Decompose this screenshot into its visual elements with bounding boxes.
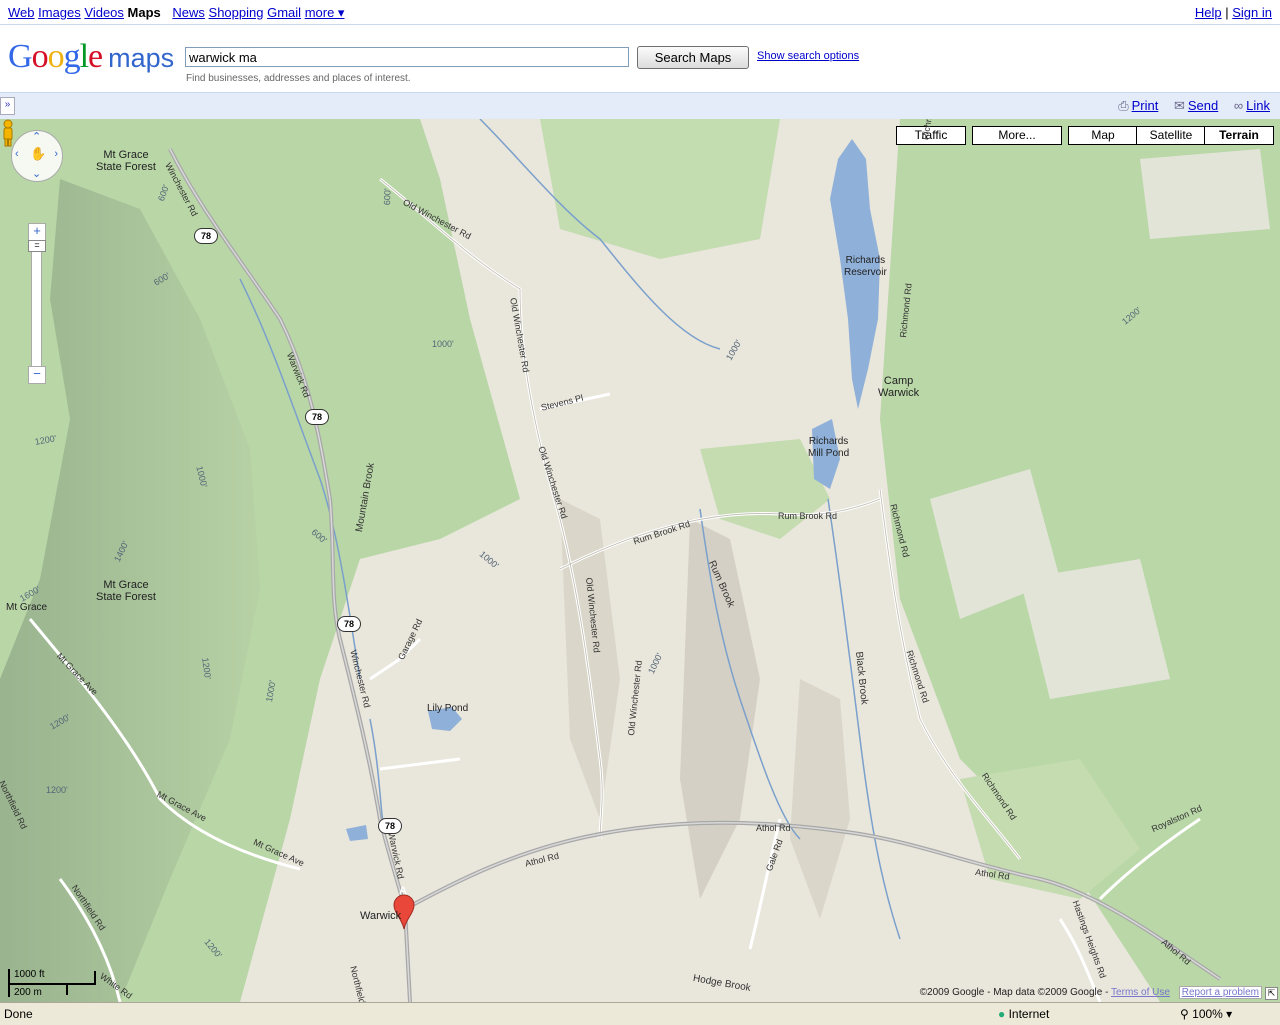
nav-more-link[interactable]: more ▾ — [305, 5, 345, 20]
toolbar-actions: ⎙ Print ✉ Send ∞ Link — [1106, 98, 1270, 114]
zoom-out-button[interactable]: − — [28, 366, 46, 384]
terrain-view-button[interactable]: Terrain — [1204, 126, 1274, 145]
account-links: Help | Sign in — [1195, 5, 1272, 20]
contour-label-1000: 1000' — [432, 339, 454, 349]
label-mt-grace: Mt Grace — [6, 602, 48, 613]
label-mt-grace-state-forest-north: Mt Grace State Forest — [96, 149, 156, 173]
envelope-icon: ✉ — [1173, 98, 1185, 113]
nav-gmail-link[interactable]: Gmail — [267, 5, 301, 20]
label-richards-mill-pond: Richards Mill Pond — [808, 436, 849, 460]
clearing-ne — [1140, 149, 1270, 239]
satellite-view-button[interactable]: Satellite — [1136, 126, 1206, 145]
label-text: Richards Mill Pond — [808, 436, 850, 459]
label-warwick: Warwick — [360, 910, 402, 922]
pan-up-icon[interactable]: ⌃ — [32, 130, 41, 143]
road-label-rum-brook-rd-east: Rum Brook Rd — [778, 511, 838, 521]
nav-maps-current: Maps — [127, 5, 161, 20]
logo-letter: o — [47, 38, 65, 75]
route-78-shield: 78 — [305, 409, 329, 425]
logo-letter: g — [63, 38, 81, 75]
pan-control[interactable]: ⌃ ‹ › ⌄ ✋ — [11, 130, 63, 182]
search-maps-button[interactable]: Search Maps — [637, 46, 749, 69]
label-text: Mt Grace State Forest — [96, 579, 156, 603]
nav-shopping-link[interactable]: Shopping — [209, 5, 264, 20]
google-maps-logo[interactable]: Google maps — [8, 38, 183, 78]
logo-letter: o — [31, 38, 49, 75]
globe-icon: ● — [998, 1007, 1006, 1021]
road-label-athol-rd-mid: Athol Rd — [756, 823, 791, 833]
scale-tick — [8, 969, 10, 997]
zone-text: Internet — [1008, 1007, 1050, 1021]
contour-label-1200: 1200' — [46, 785, 68, 795]
label-lily-pond: Lily Pond — [427, 703, 469, 714]
collapse-panel-toggle[interactable]: » — [0, 97, 15, 115]
pan-down-icon[interactable]: ⌄ — [32, 167, 41, 180]
scale-bar — [8, 983, 96, 985]
label-richards-reservoir: Richards Reservoir — [844, 255, 887, 279]
contour-label-600: 600' — [382, 188, 393, 206]
route-78-shield: 78 — [378, 818, 402, 834]
route-78-shield: 78 — [194, 228, 218, 244]
printer-icon: ⎙ — [1118, 98, 1129, 113]
map-copyright: ©2009 Google - Map data ©2009 Google - T… — [919, 986, 1262, 999]
zoom-text: 100% — [1192, 1007, 1223, 1021]
label-text: Camp Warwick — [878, 375, 920, 399]
label-text: Mt Grace State Forest — [96, 149, 156, 173]
marker-label: A — [399, 885, 407, 897]
zoom-level[interactable]: ⚲ 100% ▾ — [1180, 1007, 1232, 1021]
route-78-shield: 78 — [337, 616, 361, 632]
maps-logo-text: maps — [108, 43, 175, 73]
label-mt-grace-state-forest-south: Mt Grace State Forest — [96, 579, 156, 603]
link-link[interactable]: Link — [1246, 98, 1270, 113]
status-text: Done — [4, 1007, 33, 1021]
logo-letter: G — [8, 38, 33, 75]
google-logo-text: Google — [8, 38, 103, 75]
scale-tick — [94, 971, 96, 983]
overview-map-toggle-icon[interactable]: ⇱ — [1265, 987, 1278, 1000]
zoom-in-button[interactable]: + — [28, 223, 46, 241]
logo-letter: e — [88, 38, 103, 75]
more-layers-button[interactable]: More... — [972, 126, 1062, 145]
map-toolbar: » ⎙ Print ✉ Send ∞ Link — [0, 92, 1280, 119]
scale-meters: 200 m — [14, 987, 42, 998]
terms-of-use-link[interactable]: Terms of Use — [1111, 987, 1170, 998]
report-problem-link[interactable]: Report a problem — [1178, 986, 1262, 999]
product-links: Web Images Videos Maps News Shopping Gma… — [8, 5, 344, 21]
show-search-options-link[interactable]: Show search options — [757, 50, 859, 62]
copyright-text: ©2009 Google - Map data ©2009 Google - — [919, 987, 1109, 998]
scale-tick — [66, 983, 68, 995]
magnifier-icon: ⚲ — [1180, 1007, 1189, 1021]
label-camp-warwick: Camp Warwick — [878, 375, 919, 399]
zoom-slider-handle[interactable]: = — [28, 240, 46, 252]
security-zone: ● Internet — [998, 1007, 1049, 1021]
nav-web-link[interactable]: Web — [8, 5, 35, 20]
zoom-slider-track[interactable] — [31, 240, 42, 367]
scale-feet: 1000 ft — [14, 969, 45, 980]
search-input[interactable] — [185, 47, 629, 67]
map-canvas[interactable]: Traffic More... Map Satellite Terrain ⌃ … — [0, 119, 1280, 1002]
nav-images-link[interactable]: Images — [38, 5, 81, 20]
help-link[interactable]: Help — [1195, 5, 1222, 20]
map-scale: 1000 ft 200 m — [8, 969, 98, 999]
hand-icon: ✋ — [30, 146, 47, 161]
label-text: Richards Reservoir — [844, 255, 887, 278]
logo-letter: l — [79, 38, 90, 75]
nav-news-link[interactable]: News — [172, 5, 205, 20]
send-link[interactable]: Send — [1188, 98, 1218, 113]
pegman-icon[interactable] — [0, 119, 16, 147]
sign-in-link[interactable]: Sign in — [1232, 5, 1272, 20]
separator: | — [1225, 5, 1229, 20]
chain-link-icon: ∞ — [1233, 98, 1244, 113]
browser-status-bar: Done ● Internet ⚲ 100% ▾ — [0, 1002, 1280, 1025]
map-view-button[interactable]: Map — [1068, 126, 1138, 145]
terrain-map-graphic — [0, 119, 1280, 1002]
pan-right-icon[interactable]: › — [54, 148, 58, 160]
search-hint: Find businesses, addresses and places of… — [186, 73, 411, 84]
nav-videos-link[interactable]: Videos — [84, 5, 124, 20]
pan-left-icon[interactable]: ‹ — [15, 148, 19, 160]
print-link[interactable]: Print — [1132, 98, 1159, 113]
top-nav: Web Images Videos Maps News Shopping Gma… — [0, 0, 1280, 25]
